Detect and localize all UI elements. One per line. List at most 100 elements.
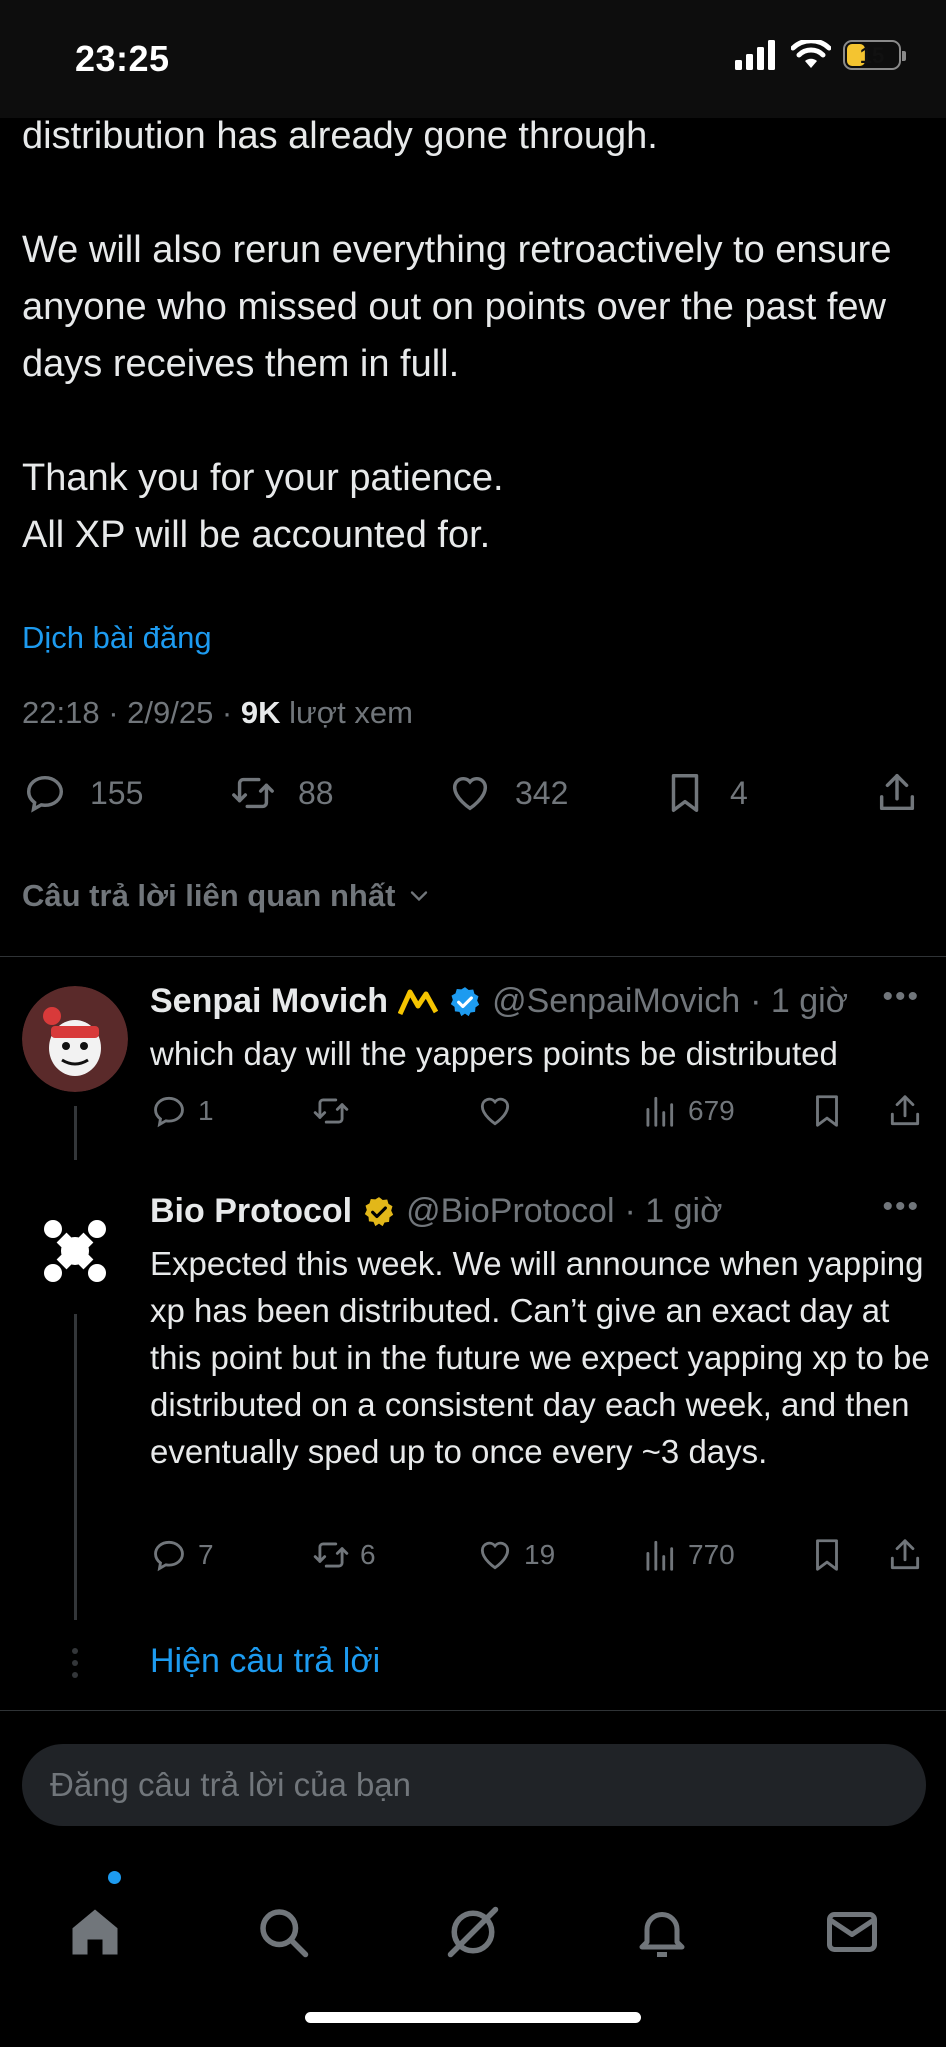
post-body: distribution has already gone through. W… (22, 115, 892, 556)
notifications-icon (639, 1912, 685, 1957)
reply-count: 7 (198, 1539, 214, 1570)
post-views: 9K (240, 695, 281, 730)
bookmark-button[interactable] (808, 1092, 846, 1130)
post-time-date: 22:18 · 2/9/25 · (22, 695, 241, 730)
heart-icon (480, 1097, 510, 1126)
reply-author-handle[interactable]: @SenpaiMovich (492, 982, 740, 1021)
share-button[interactable] (886, 1536, 924, 1574)
bookmark-icon (816, 1539, 838, 1571)
tab-search[interactable] (253, 1902, 313, 1962)
repost-button[interactable] (312, 1092, 360, 1130)
repost-count: 88 (298, 774, 334, 811)
reply-actions: 1 679 (150, 1092, 926, 1138)
reply-input[interactable] (50, 1744, 900, 1826)
avatar[interactable] (22, 1198, 128, 1304)
tab-home[interactable] (65, 1902, 125, 1962)
show-replies-link[interactable]: Hiện câu trả lời (150, 1642, 380, 1681)
post-actions: 155 88 342 4 (22, 770, 926, 830)
views-button[interactable]: 770 (640, 1536, 735, 1574)
view-count: 770 (688, 1539, 735, 1570)
reply-text: which day will the yappers points be dis… (150, 1035, 838, 1072)
wifi-icon (791, 40, 831, 68)
tab-notifications[interactable] (632, 1902, 692, 1962)
like-count: 342 (515, 774, 569, 811)
translate-post-link[interactable]: Dịch bài đăng (22, 620, 212, 656)
repost-icon (232, 777, 274, 809)
verified-badge-icon (450, 986, 480, 1016)
reply-icon (154, 1540, 184, 1572)
bookmark-button[interactable]: 4 (662, 770, 748, 816)
battery-level: 15 (859, 43, 885, 68)
repost-count: 6 (360, 1539, 376, 1570)
reply-actions: 7 6 19 770 (150, 1536, 926, 1582)
battery-icon: 15 (843, 40, 906, 70)
reply-time: · 1 giờ (624, 1192, 723, 1230)
tab-grok[interactable] (443, 1902, 503, 1962)
reply-button[interactable]: 1 (150, 1092, 214, 1130)
messages-icon (827, 1912, 877, 1952)
reply-icon (26, 775, 64, 813)
status-bar: 23:25 15 (0, 0, 946, 118)
thread-dots (70, 1648, 80, 1678)
divider (0, 1710, 946, 1711)
status-time: 23:25 (75, 38, 170, 79)
reply-button[interactable]: 7 (150, 1536, 214, 1574)
more-options-icon[interactable]: ••• (882, 1190, 920, 1224)
repost-button[interactable]: 6 (312, 1536, 376, 1574)
reply-author-handle[interactable]: @BioProtocol (406, 1192, 614, 1231)
views-chart-icon (646, 1096, 674, 1127)
reply-icon (154, 1096, 184, 1128)
views-button[interactable]: 679 (640, 1092, 735, 1130)
verified-badge-icon (364, 1196, 394, 1226)
grok-icon (447, 1906, 499, 1958)
post-views-label: lượt xem (280, 695, 413, 730)
share-icon (890, 1539, 920, 1570)
home-notification-dot (108, 1871, 121, 1884)
reply-count: 1 (198, 1095, 214, 1126)
avatar[interactable] (22, 986, 128, 1092)
reply-header: Bio Protocol @BioProtocol · 1 giờ (150, 1192, 722, 1231)
chevron-down-icon (411, 891, 428, 902)
views-chart-icon (646, 1540, 674, 1571)
share-button[interactable] (874, 770, 920, 816)
home-indicator (305, 2012, 641, 2023)
share-button[interactable] (886, 1092, 924, 1130)
like-button[interactable] (476, 1092, 524, 1130)
reply-compose-box[interactable] (22, 1744, 926, 1826)
bookmark-icon (671, 774, 699, 812)
share-icon (890, 1095, 920, 1126)
like-button[interactable]: 342 (447, 770, 568, 816)
cellular-signal-icon (735, 40, 775, 70)
divider (0, 956, 946, 957)
status-icons: 15 (735, 40, 906, 70)
view-count: 679 (688, 1095, 735, 1126)
share-icon (879, 774, 915, 811)
bookmark-icon (816, 1095, 838, 1127)
reply-header: Senpai Movich @SenpaiMovich · 1 giờ (150, 982, 848, 1021)
reply-button[interactable]: 155 (22, 770, 143, 816)
reply-sort-label: Câu trả lời liên quan nhất (22, 878, 396, 913)
like-count: 19 (524, 1539, 556, 1570)
search-icon (260, 1909, 309, 1958)
reply-text: Expected this week. We will announce whe… (150, 1245, 930, 1470)
home-icon (72, 1909, 118, 1955)
post-meta: 22:18 · 2/9/25 · 9K lượt xem (22, 695, 413, 731)
tab-messages[interactable] (822, 1902, 882, 1962)
reply-sort-dropdown[interactable]: Câu trả lời liên quan nhất (22, 878, 433, 914)
heart-icon (480, 1541, 510, 1570)
bookmark-button[interactable] (808, 1536, 846, 1574)
repost-button[interactable]: 88 (230, 770, 334, 816)
reply-author-name[interactable]: Senpai Movich (150, 982, 388, 1021)
reply-count: 155 (90, 774, 144, 811)
reply-author-name[interactable]: Bio Protocol (150, 1192, 352, 1231)
more-options-icon[interactable]: ••• (882, 980, 920, 1014)
thread-line (74, 1314, 77, 1620)
heart-icon (452, 776, 488, 811)
reply-time: · 1 giờ (750, 982, 849, 1020)
repost-icon (313, 1098, 349, 1124)
thread-line (74, 1106, 77, 1160)
repost-icon (313, 1542, 349, 1568)
bookmark-count: 4 (730, 774, 748, 811)
flag-emoji-icon (398, 989, 439, 1015)
like-button[interactable]: 19 (476, 1536, 555, 1574)
